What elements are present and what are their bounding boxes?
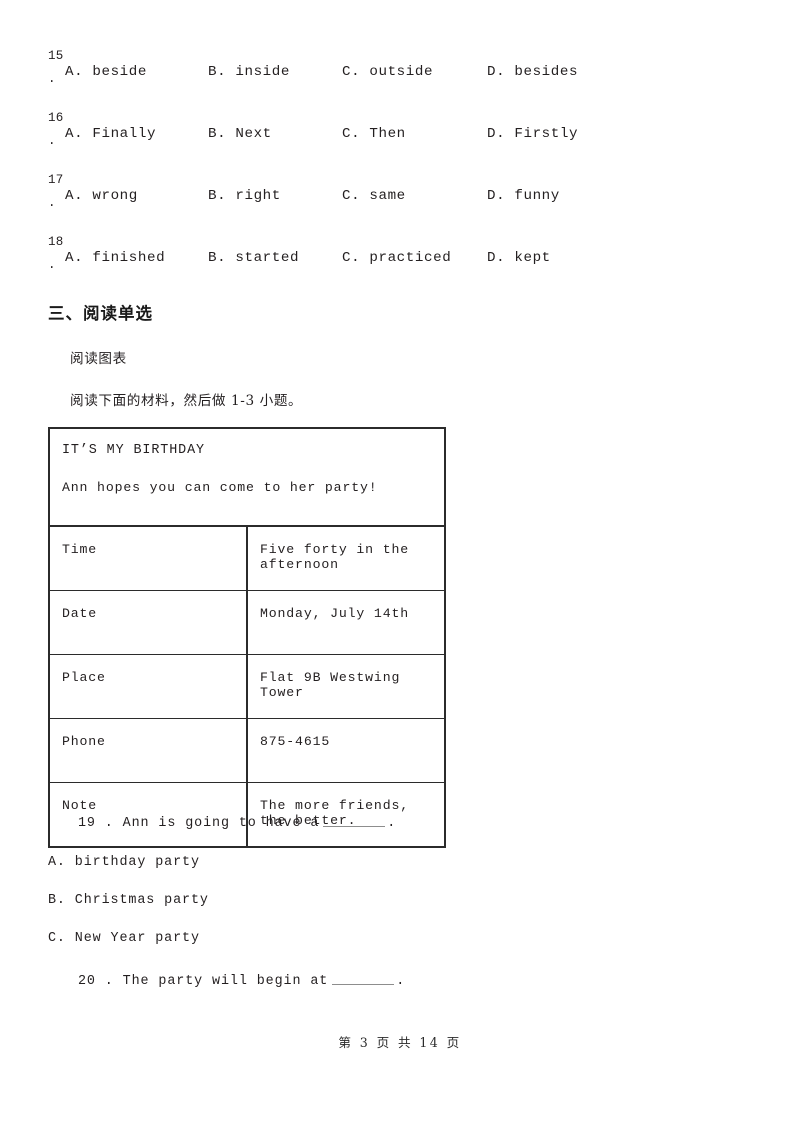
cloze-question-17: 17 . A. wrong B. right C. same D. funny [48,174,752,228]
option-b[interactable]: B. right [208,187,281,205]
option-d[interactable]: D. Firstly [487,125,578,143]
document-page: 15 . A. beside B. inside C. outside D. b… [0,0,800,1132]
reading-question-20-stem: 20 . The party will begin at. [78,973,405,989]
option-c[interactable]: C. practiced [342,249,451,267]
section-subheading: 阅读图表 [70,351,127,367]
option-a[interactable]: A. beside [65,63,147,81]
row-value-phone: 875-4615 [246,718,446,783]
option-b[interactable]: B. inside [208,63,290,81]
question-number-text: 18 [48,235,64,249]
row-value-date: Monday, July 14th [246,590,446,655]
table-row: Place Flat 9B Westwing Tower [48,654,446,719]
option-b[interactable]: B. Next [208,125,272,143]
option-c[interactable]: C. outside [342,63,433,81]
option-a[interactable]: A. wrong [65,187,138,205]
cloze-question-15: 15 . A. beside B. inside C. outside D. b… [48,50,752,104]
table-header-row: IT’S MY BIRTHDAY Ann hopes you can come … [48,427,446,527]
cloze-question-16: 16 . A. Finally B. Next C. Then D. First… [48,112,752,166]
section-heading: 三、阅读单选 [48,304,153,323]
reading-option-19-c[interactable]: C. New Year party [48,931,200,946]
question-number-text: 15 [48,49,64,63]
option-a[interactable]: A. finished [65,249,165,267]
option-c[interactable]: C. same [342,187,406,205]
question-number-text: 17 [48,173,64,187]
row-label-date: Date [48,590,248,655]
question-19-punct: . [387,816,397,831]
invitation-subtitle: Ann hopes you can come to her party! [62,480,378,495]
table-row: Date Monday, July 14th [48,590,446,655]
row-label-phone: Phone [48,718,248,783]
question-number-text: 16 [48,111,64,125]
birthday-invitation-table: IT’S MY BIRTHDAY Ann hopes you can come … [48,427,446,848]
row-label-place: Place [48,654,248,719]
option-d[interactable]: D. funny [487,187,560,205]
reading-option-19-b[interactable]: B. Christmas party [48,893,209,908]
option-a[interactable]: A. Finally [65,125,156,143]
page-footer: 第 3 页 共 14 页 [338,1035,462,1050]
option-d[interactable]: D. kept [487,249,551,267]
answer-blank[interactable] [332,973,395,985]
option-d[interactable]: D. besides [487,63,578,81]
row-value-place: Flat 9B Westwing Tower [246,654,446,719]
reading-option-19-a[interactable]: A. birthday party [48,855,200,870]
invitation-title: IT’S MY BIRTHDAY [62,443,205,458]
table-header-cell: IT’S MY BIRTHDAY Ann hopes you can come … [48,427,446,527]
question-20-text: 20 . The party will begin at [78,974,329,989]
option-b[interactable]: B. started [208,249,299,267]
option-c[interactable]: C. Then [342,125,406,143]
row-label-time: Time [48,525,248,591]
section-instruction: 阅读下面的材料，然后做 1-3 小题。 [70,393,303,409]
table-row: Phone 875-4615 [48,718,446,783]
reading-question-19-stem: 19 . Ann is going to have a. [78,815,396,831]
cloze-question-18: 18 . A. finished B. started C. practiced… [48,236,752,290]
question-19-text: 19 . Ann is going to have a [78,816,320,831]
row-value-time: Five forty in the afternoon [246,525,446,591]
table-row: Time Five forty in the afternoon [48,525,446,591]
question-20-punct: . [396,974,406,989]
answer-blank[interactable] [323,815,386,827]
